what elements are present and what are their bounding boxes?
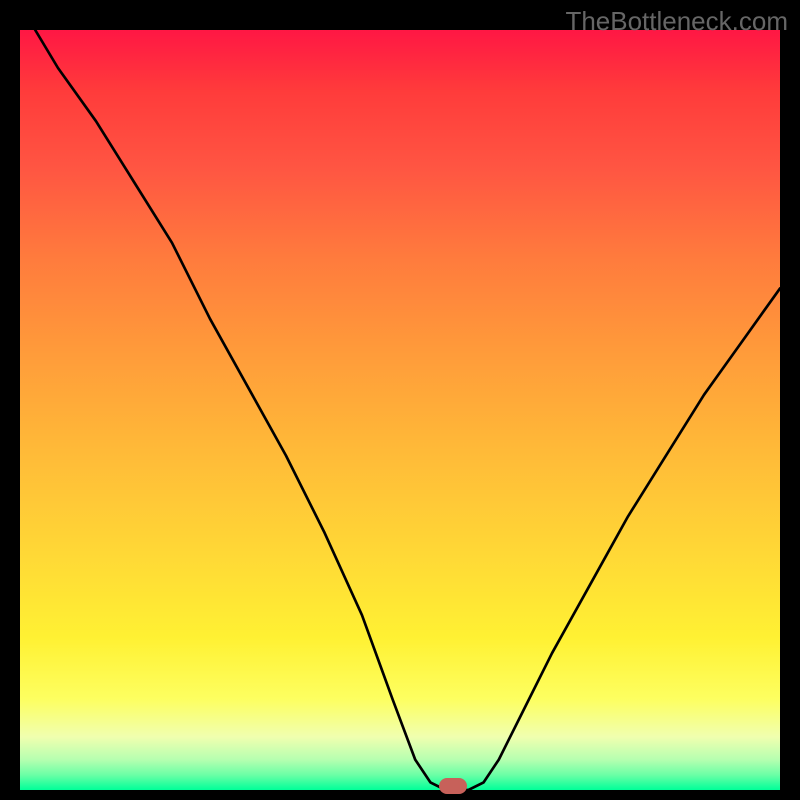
watermark-text: TheBottleneck.com <box>565 6 788 37</box>
bottleneck-curve-path <box>35 30 780 790</box>
bottleneck-curve-svg <box>20 30 780 790</box>
optimal-point-marker <box>439 778 467 794</box>
